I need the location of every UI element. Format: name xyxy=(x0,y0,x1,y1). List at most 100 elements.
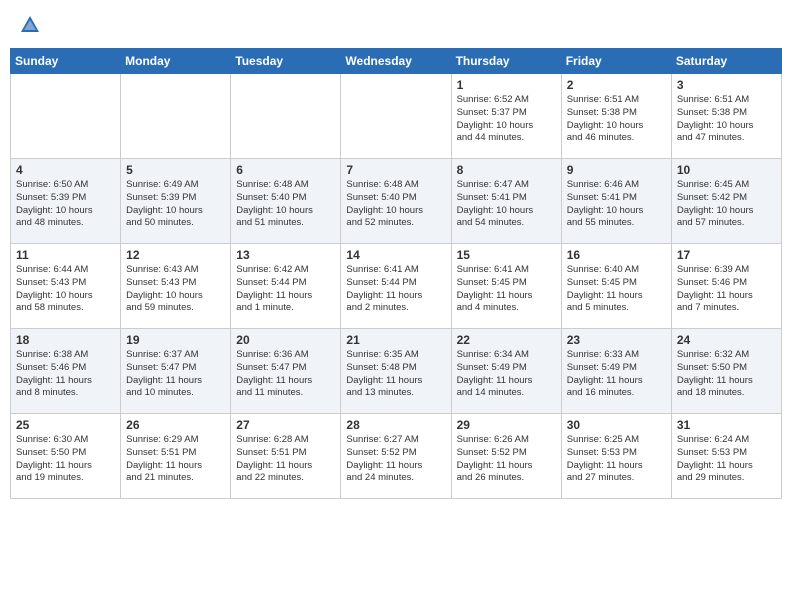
day-info: Sunrise: 6:35 AMSunset: 5:48 PMDaylight:… xyxy=(346,349,445,400)
day-number: 22 xyxy=(457,333,556,347)
day-info: Sunrise: 6:49 AMSunset: 5:39 PMDaylight:… xyxy=(126,179,225,230)
day-info: Sunrise: 6:40 AMSunset: 5:45 PMDaylight:… xyxy=(567,264,666,315)
day-cell xyxy=(121,74,231,159)
day-number: 8 xyxy=(457,163,556,177)
logo xyxy=(18,14,39,36)
day-cell: 25 Sunrise: 6:30 AMSunset: 5:50 PMDayligh… xyxy=(11,414,121,499)
day-cell: 24 Sunrise: 6:32 AMSunset: 5:50 PMDayligh… xyxy=(671,329,781,414)
day-cell: 16 Sunrise: 6:40 AMSunset: 5:45 PMDayligh… xyxy=(561,244,671,329)
day-number: 7 xyxy=(346,163,445,177)
day-info: Sunrise: 6:41 AMSunset: 5:45 PMDaylight:… xyxy=(457,264,556,315)
col-header-monday: Monday xyxy=(121,49,231,74)
day-info: Sunrise: 6:41 AMSunset: 5:44 PMDaylight:… xyxy=(346,264,445,315)
day-number: 24 xyxy=(677,333,776,347)
day-info: Sunrise: 6:29 AMSunset: 5:51 PMDaylight:… xyxy=(126,434,225,485)
day-number: 13 xyxy=(236,248,335,262)
day-info: Sunrise: 6:28 AMSunset: 5:51 PMDaylight:… xyxy=(236,434,335,485)
day-cell: 2Sunrise: 6:51 AMSunset: 5:38 PMDaylight… xyxy=(561,74,671,159)
day-cell xyxy=(231,74,341,159)
day-cell: 27 Sunrise: 6:28 AMSunset: 5:51 PMDayligh… xyxy=(231,414,341,499)
day-cell: 20 Sunrise: 6:36 AMSunset: 5:47 PMDayligh… xyxy=(231,329,341,414)
week-row-3: 11 Sunrise: 6:44 AMSunset: 5:43 PMDayligh… xyxy=(11,244,782,329)
day-info: Sunrise: 6:26 AMSunset: 5:52 PMDaylight:… xyxy=(457,434,556,485)
week-row-2: 4 Sunrise: 6:50 AMSunset: 5:39 PMDaylight… xyxy=(11,159,782,244)
day-cell: 31 Sunrise: 6:24 AMSunset: 5:53 PMDayligh… xyxy=(671,414,781,499)
day-cell: 18 Sunrise: 6:38 AMSunset: 5:46 PMDayligh… xyxy=(11,329,121,414)
day-cell: 5 Sunrise: 6:49 AMSunset: 5:39 PMDaylight… xyxy=(121,159,231,244)
day-number: 27 xyxy=(236,418,335,432)
day-cell: 6 Sunrise: 6:48 AMSunset: 5:40 PMDaylight… xyxy=(231,159,341,244)
day-info: Sunrise: 6:51 AMSunset: 5:38 PMDaylight:… xyxy=(677,94,776,145)
col-header-saturday: Saturday xyxy=(671,49,781,74)
day-cell: 14 Sunrise: 6:41 AMSunset: 5:44 PMDayligh… xyxy=(341,244,451,329)
day-number: 6 xyxy=(236,163,335,177)
day-info: Sunrise: 6:50 AMSunset: 5:39 PMDaylight:… xyxy=(16,179,115,230)
day-info: Sunrise: 6:42 AMSunset: 5:44 PMDaylight:… xyxy=(236,264,335,315)
day-cell: 13 Sunrise: 6:42 AMSunset: 5:44 PMDayligh… xyxy=(231,244,341,329)
day-info: Sunrise: 6:48 AMSunset: 5:40 PMDaylight:… xyxy=(346,179,445,230)
day-cell: 9 Sunrise: 6:46 AMSunset: 5:41 PMDaylight… xyxy=(561,159,671,244)
day-cell: 8 Sunrise: 6:47 AMSunset: 5:41 PMDaylight… xyxy=(451,159,561,244)
day-number: 2 xyxy=(567,78,666,92)
day-number: 10 xyxy=(677,163,776,177)
day-number: 19 xyxy=(126,333,225,347)
day-info: Sunrise: 6:43 AMSunset: 5:43 PMDaylight:… xyxy=(126,264,225,315)
day-cell: 26 Sunrise: 6:29 AMSunset: 5:51 PMDayligh… xyxy=(121,414,231,499)
day-info: Sunrise: 6:45 AMSunset: 5:42 PMDaylight:… xyxy=(677,179,776,230)
day-cell: 28Sunrise: 6:27 AMSunset: 5:52 PMDayligh… xyxy=(341,414,451,499)
day-number: 5 xyxy=(126,163,225,177)
header-row: SundayMondayTuesdayWednesdayThursdayFrid… xyxy=(11,49,782,74)
day-number: 23 xyxy=(567,333,666,347)
day-number: 29 xyxy=(457,418,556,432)
week-row-4: 18 Sunrise: 6:38 AMSunset: 5:46 PMDayligh… xyxy=(11,329,782,414)
day-cell xyxy=(11,74,121,159)
day-info: Sunrise: 6:46 AMSunset: 5:41 PMDaylight:… xyxy=(567,179,666,230)
day-info: Sunrise: 6:32 AMSunset: 5:50 PMDaylight:… xyxy=(677,349,776,400)
day-cell: 12 Sunrise: 6:43 AMSunset: 5:43 PMDayligh… xyxy=(121,244,231,329)
day-number: 14 xyxy=(346,248,445,262)
day-cell: 3 Sunrise: 6:51 AMSunset: 5:38 PMDaylight… xyxy=(671,74,781,159)
day-number: 20 xyxy=(236,333,335,347)
week-row-5: 25 Sunrise: 6:30 AMSunset: 5:50 PMDayligh… xyxy=(11,414,782,499)
day-number: 25 xyxy=(16,418,115,432)
week-row-1: 1Sunrise: 6:52 AMSunset: 5:37 PMDaylight… xyxy=(11,74,782,159)
day-cell: 19Sunrise: 6:37 AMSunset: 5:47 PMDayligh… xyxy=(121,329,231,414)
day-number: 21 xyxy=(346,333,445,347)
day-number: 4 xyxy=(16,163,115,177)
day-info: Sunrise: 6:48 AMSunset: 5:40 PMDaylight:… xyxy=(236,179,335,230)
day-info: Sunrise: 6:38 AMSunset: 5:46 PMDaylight:… xyxy=(16,349,115,400)
day-cell: 10 Sunrise: 6:45 AMSunset: 5:42 PMDayligh… xyxy=(671,159,781,244)
day-cell: 29 Sunrise: 6:26 AMSunset: 5:52 PMDayligh… xyxy=(451,414,561,499)
day-number: 26 xyxy=(126,418,225,432)
day-cell: 7 Sunrise: 6:48 AMSunset: 5:40 PMDaylight… xyxy=(341,159,451,244)
day-cell: 4 Sunrise: 6:50 AMSunset: 5:39 PMDaylight… xyxy=(11,159,121,244)
day-number: 15 xyxy=(457,248,556,262)
day-number: 30 xyxy=(567,418,666,432)
day-info: Sunrise: 6:52 AMSunset: 5:37 PMDaylight:… xyxy=(457,94,556,145)
day-info: Sunrise: 6:44 AMSunset: 5:43 PMDaylight:… xyxy=(16,264,115,315)
logo-icon xyxy=(19,14,41,36)
day-number: 18 xyxy=(16,333,115,347)
day-cell xyxy=(341,74,451,159)
col-header-wednesday: Wednesday xyxy=(341,49,451,74)
day-number: 28 xyxy=(346,418,445,432)
col-header-tuesday: Tuesday xyxy=(231,49,341,74)
day-number: 17 xyxy=(677,248,776,262)
day-info: Sunrise: 6:47 AMSunset: 5:41 PMDaylight:… xyxy=(457,179,556,230)
calendar-table: SundayMondayTuesdayWednesdayThursdayFrid… xyxy=(10,48,782,499)
day-cell: 15 Sunrise: 6:41 AMSunset: 5:45 PMDayligh… xyxy=(451,244,561,329)
day-info: Sunrise: 6:36 AMSunset: 5:47 PMDaylight:… xyxy=(236,349,335,400)
day-number: 9 xyxy=(567,163,666,177)
day-number: 16 xyxy=(567,248,666,262)
day-info: Sunrise: 6:33 AMSunset: 5:49 PMDaylight:… xyxy=(567,349,666,400)
day-info: Sunrise: 6:34 AMSunset: 5:49 PMDaylight:… xyxy=(457,349,556,400)
day-cell: 30Sunrise: 6:25 AMSunset: 5:53 PMDayligh… xyxy=(561,414,671,499)
day-info: Sunrise: 6:30 AMSunset: 5:50 PMDaylight:… xyxy=(16,434,115,485)
day-info: Sunrise: 6:24 AMSunset: 5:53 PMDaylight:… xyxy=(677,434,776,485)
day-cell: 21 Sunrise: 6:35 AMSunset: 5:48 PMDayligh… xyxy=(341,329,451,414)
day-number: 12 xyxy=(126,248,225,262)
day-number: 11 xyxy=(16,248,115,262)
day-number: 31 xyxy=(677,418,776,432)
day-number: 3 xyxy=(677,78,776,92)
page-header xyxy=(10,10,782,40)
